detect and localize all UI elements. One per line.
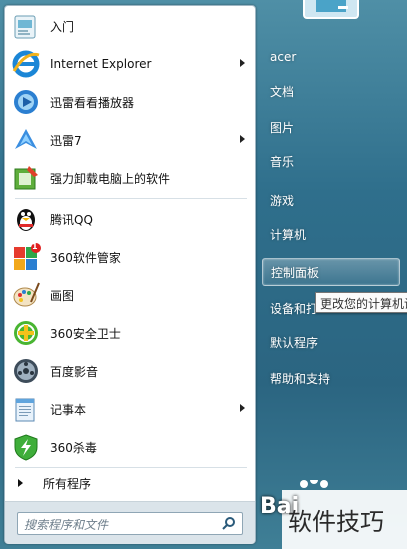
place-default-programs[interactable]: 默认程序 [262, 329, 398, 355]
program-baidu-player[interactable]: 百度影音 [8, 353, 252, 389]
360-security-guard-icon [10, 317, 42, 349]
submenu-arrow-icon[interactable] [240, 135, 245, 143]
place-label: acer [270, 50, 297, 64]
submenu-arrow-icon[interactable] [240, 404, 245, 412]
program-360-antivirus[interactable]: 360杀毒 [8, 429, 252, 465]
place-user-acer[interactable]: acer [262, 44, 398, 70]
program-label: 迅雷7 [50, 133, 82, 148]
program-label: 360安全卫士 [50, 326, 121, 341]
program-label: 360杀毒 [50, 440, 97, 455]
program-360-software-manager[interactable]: 1 360软件管家 [8, 239, 252, 275]
expand-triangle-icon [18, 479, 23, 487]
place-label: 图片 [270, 120, 295, 135]
all-programs-button[interactable]: 所有程序 [8, 472, 252, 494]
program-paint[interactable]: 画图 [8, 277, 252, 313]
notification-badge: 1 [32, 242, 38, 251]
tooltip-text: 更改您的计算机设 [320, 297, 407, 311]
place-label: 文档 [270, 84, 295, 99]
360-software-manager-icon: 1 [10, 241, 42, 273]
program-uninstaller[interactable]: 强力卸载电脑上的软件 [8, 160, 252, 196]
place-label: 计算机 [270, 227, 307, 242]
separator [15, 467, 247, 468]
program-tencent-qq[interactable]: 腾讯QQ [8, 201, 252, 237]
place-label: 控制面板 [271, 265, 320, 280]
xunlei-kankan-player-icon [10, 86, 42, 118]
tooltip: 更改您的计算机设 [315, 292, 407, 313]
program-internet-explorer[interactable]: Internet Explorer [8, 46, 252, 82]
place-label: 设备和打 [270, 301, 319, 316]
place-label: 默认程序 [270, 335, 319, 350]
program-label: 360软件管家 [50, 250, 121, 265]
program-xunlei7[interactable]: 迅雷7 [8, 122, 252, 158]
uninstaller-icon [10, 162, 42, 194]
program-label: 腾讯QQ [50, 212, 93, 227]
place-computer[interactable]: 计算机 [262, 221, 398, 247]
search-area: 搜索程序和文件 [5, 501, 255, 544]
getting-started-icon [10, 10, 42, 42]
xunlei7-icon [10, 124, 42, 156]
place-music[interactable]: 音乐 [262, 148, 398, 174]
place-label: 帮助和支持 [270, 371, 331, 386]
program-xunlei-kankan[interactable]: 迅雷看看播放器 [8, 84, 252, 120]
watermark-text: 软件技巧 [288, 508, 384, 536]
qq-penguin-icon [10, 203, 42, 235]
search-icon[interactable] [222, 516, 236, 533]
baidu-player-icon [10, 355, 42, 387]
notepad-icon [10, 393, 42, 425]
submenu-arrow-icon[interactable] [240, 59, 245, 67]
program-label: 迅雷看看播放器 [50, 95, 135, 110]
all-programs-label: 所有程序 [43, 476, 92, 491]
program-notepad[interactable]: 记事本 [8, 391, 252, 427]
search-placeholder: 搜索程序和文件 [24, 518, 109, 532]
paint-palette-icon [10, 279, 42, 311]
program-label: 入门 [50, 19, 75, 34]
program-360-security-guard[interactable]: 360安全卫士 [8, 315, 252, 351]
program-label: 强力卸载电脑上的软件 [50, 171, 171, 186]
place-documents[interactable]: 文档 [262, 78, 398, 104]
place-label: 音乐 [270, 154, 295, 169]
360-antivirus-icon [10, 431, 42, 463]
place-help-support[interactable]: 帮助和支持 [262, 365, 398, 391]
internet-explorer-icon [10, 48, 42, 80]
place-label: 游戏 [270, 193, 295, 208]
separator [15, 198, 247, 199]
place-pictures[interactable]: 图片 [262, 114, 398, 140]
watermark: Bai 软件技巧 [252, 480, 407, 549]
start-menu: 入门 Internet Explorer 迅雷看看播放器 迅雷7 强力卸载电脑上… [0, 0, 407, 549]
program-getting-started[interactable]: 入门 [8, 8, 252, 44]
place-games[interactable]: 游戏 [262, 187, 398, 213]
program-label: 画图 [50, 288, 75, 303]
program-label: Internet Explorer [50, 57, 152, 71]
programs-panel: 入门 Internet Explorer 迅雷看看播放器 迅雷7 强力卸载电脑上… [4, 5, 256, 544]
search-input[interactable]: 搜索程序和文件 [17, 512, 243, 535]
program-label: 记事本 [50, 402, 87, 417]
user-picture-tile[interactable] [302, 0, 360, 20]
program-label: 百度影音 [50, 364, 99, 379]
place-control-panel[interactable]: 控制面板 [262, 258, 400, 286]
